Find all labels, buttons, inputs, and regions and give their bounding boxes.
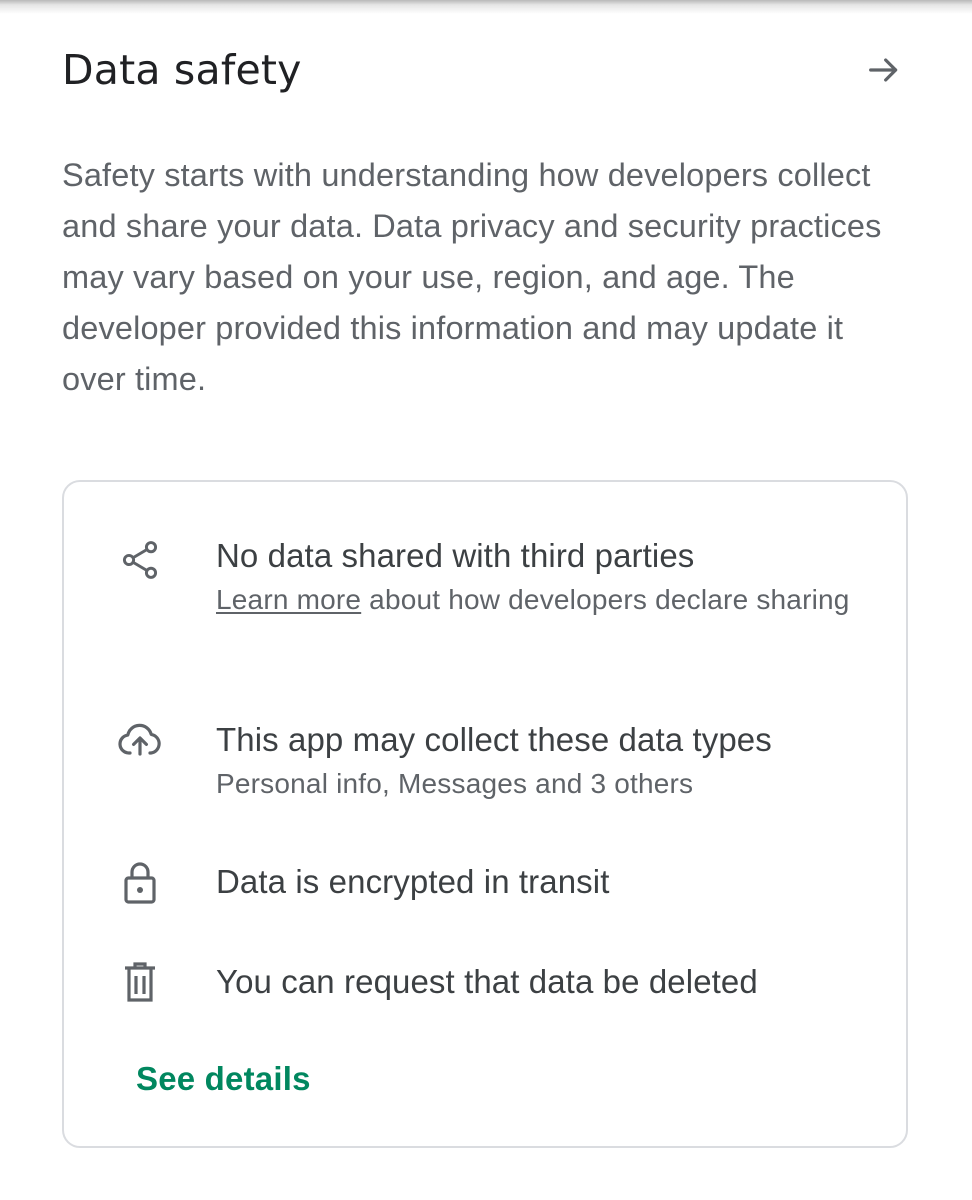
section-header[interactable]: Data safety xyxy=(62,40,910,100)
arrow-right-icon xyxy=(864,50,904,90)
item-text: You can request that data be deleted xyxy=(216,960,876,1004)
top-edge-shadow xyxy=(0,0,972,14)
item-title: Data is encrypted in transit xyxy=(216,863,610,900)
item-subtitle: Learn more about how developers declare … xyxy=(216,580,876,620)
see-details-link[interactable]: See details xyxy=(136,1056,311,1102)
data-safety-description: Safety starts with understanding how dev… xyxy=(62,157,882,397)
data-safety-card: No data shared with third parties Learn … xyxy=(62,480,908,1148)
item-text: No data shared with third parties Learn … xyxy=(216,534,876,620)
lock-icon xyxy=(114,856,166,908)
item-text: This app may collect these data types Pe… xyxy=(216,718,876,804)
open-data-safety-button[interactable] xyxy=(858,44,910,96)
section-title: Data safety xyxy=(62,46,302,94)
cloud-upload-icon xyxy=(114,714,166,766)
share-icon xyxy=(114,534,166,586)
item-text: Data is encrypted in transit xyxy=(216,860,876,904)
trash-icon xyxy=(114,956,166,1008)
item-title: No data shared with third parties xyxy=(216,537,695,574)
learn-more-link[interactable]: Learn more xyxy=(216,584,361,615)
item-title: This app may collect these data types xyxy=(216,721,772,758)
item-subtitle-rest: about how developers declare sharing xyxy=(361,584,850,615)
item-subtitle: Personal info, Messages and 3 others xyxy=(216,768,694,799)
item-title: You can request that data be deleted xyxy=(216,963,758,1000)
